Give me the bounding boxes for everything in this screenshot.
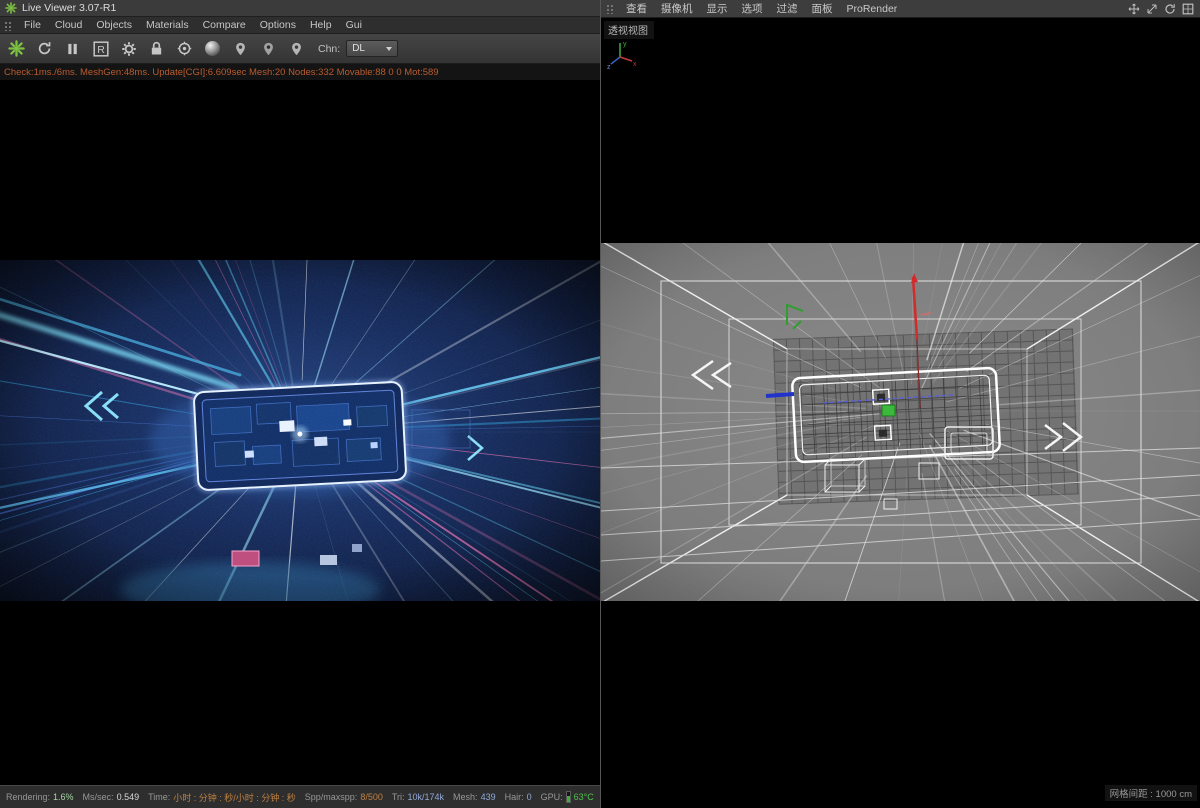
- status-rendering: Rendering: 1.6%: [6, 792, 74, 802]
- menu-compare[interactable]: Compare: [196, 18, 253, 32]
- title-bar[interactable]: Live Viewer 3.07-R1: [0, 0, 600, 17]
- focus-picker-icon: [177, 41, 192, 56]
- toolbar: R Chn: DL: [0, 34, 600, 64]
- pan-view-icon: [1128, 3, 1140, 14]
- render-stats-line: Check:1ms./6ms. MeshGen:48ms. Update[CGI…: [0, 64, 600, 80]
- menu-materials[interactable]: Materials: [139, 18, 196, 32]
- menu-cloud[interactable]: Cloud: [48, 18, 89, 32]
- status-mssec: Ms/sec: 0.549: [82, 792, 140, 802]
- octane-logo-icon: [8, 40, 25, 57]
- status-time: Time: 小时 : 分钟 : 秒/小时 : 分钟 : 秒: [148, 792, 296, 803]
- viewport-nav-icons: [1127, 2, 1197, 16]
- zoom-view-icon: [1147, 4, 1157, 13]
- world-axis-gizmo: y x z: [607, 41, 637, 71]
- status-mesh: Mesh: 439: [453, 792, 496, 802]
- material-pin-icon: [264, 42, 273, 55]
- channel-dropdown[interactable]: DL: [346, 40, 399, 57]
- render-canvas[interactable]: [0, 80, 600, 785]
- octane-logo-icon: [5, 2, 17, 14]
- start-render-button[interactable]: [4, 37, 29, 60]
- rotate-view-button[interactable]: [1163, 2, 1177, 16]
- menu-options[interactable]: Options: [253, 18, 303, 32]
- restart-render-button[interactable]: [32, 37, 57, 60]
- lock-icon: [151, 41, 162, 55]
- gpu-temp-bar: [565, 791, 571, 803]
- vp-menu-prorender[interactable]: ProRender: [840, 2, 905, 16]
- wireframe-viewport[interactable]: [601, 243, 1200, 601]
- settings-button[interactable]: [116, 37, 141, 60]
- refresh-icon: [38, 42, 51, 55]
- svg-text:y: y: [623, 41, 627, 48]
- reset-icon: R: [92, 40, 109, 57]
- svg-text:z: z: [607, 64, 611, 71]
- viewport-menu-bar: 查看 摄像机 显示 选项 过滤 面板 ProRender: [601, 0, 1200, 18]
- status-bar: Rendering: 1.6% Ms/sec: 0.549 Time: 小时 :…: [0, 785, 600, 808]
- octane-render-image: [0, 260, 600, 601]
- object-pin-icon: [292, 42, 301, 55]
- status-hair: Hair: 0: [504, 792, 532, 802]
- live-viewer-window: Live Viewer 3.07-R1 File Cloud Objects M…: [0, 0, 600, 808]
- grid-spacing-label: 网格间距 : 1000 cm: [1104, 785, 1197, 801]
- material-ball-button[interactable]: [200, 37, 225, 60]
- vp-menu-cameras[interactable]: 摄像机: [654, 0, 700, 17]
- status-gpu: GPU: 63°C: [540, 791, 594, 803]
- menu-gui[interactable]: Gui: [339, 18, 369, 32]
- c4d-viewport-panel: 查看 摄像机 显示 选项 过滤 面板 ProRender 透视视图 y x z …: [600, 0, 1200, 808]
- rotate-view-icon: [1165, 3, 1175, 14]
- material-pin-button[interactable]: [256, 37, 281, 60]
- panel-grip[interactable]: [606, 3, 615, 14]
- menu-file[interactable]: File: [17, 18, 48, 32]
- stats-text: Check:1ms./6ms. MeshGen:48ms. Update[CGI…: [4, 66, 439, 78]
- reset-render-button[interactable]: R: [88, 37, 113, 60]
- vp-menu-options[interactable]: 选项: [735, 0, 770, 17]
- focus-pin-button[interactable]: [228, 37, 253, 60]
- channel-value: DL: [352, 43, 365, 54]
- toggle-panel-icon: [1182, 3, 1194, 14]
- vp-menu-panel[interactable]: 面板: [805, 0, 840, 17]
- material-ball-icon: [205, 41, 220, 56]
- menu-help[interactable]: Help: [303, 18, 339, 32]
- vp-menu-view[interactable]: 查看: [619, 0, 654, 17]
- vp-menu-display[interactable]: 显示: [700, 0, 735, 17]
- window-title: Live Viewer 3.07-R1: [22, 2, 117, 14]
- menu-bar: File Cloud Objects Materials Compare Opt…: [0, 17, 600, 34]
- lock-resolution-button[interactable]: [144, 37, 169, 60]
- zoom-view-button[interactable]: [1145, 2, 1159, 16]
- gear-icon: [121, 41, 136, 56]
- status-tri: Tri: 10k/174k: [391, 792, 445, 802]
- pause-icon: [68, 43, 77, 54]
- pan-view-button[interactable]: [1127, 2, 1141, 16]
- channel-label: Chn:: [318, 42, 341, 55]
- svg-text:R: R: [97, 44, 105, 56]
- object-pin-button[interactable]: [284, 37, 309, 60]
- menu-objects[interactable]: Objects: [89, 18, 139, 32]
- vp-menu-filter[interactable]: 过滤: [770, 0, 805, 17]
- focus-pin-icon: [236, 42, 245, 55]
- panel-grip[interactable]: [4, 19, 13, 31]
- status-spp: Spp/maxspp: 8/500: [304, 792, 383, 802]
- chevron-down-icon: [386, 46, 393, 51]
- toggle-panel-button[interactable]: [1181, 2, 1195, 16]
- svg-text:x: x: [633, 61, 637, 68]
- pause-render-button[interactable]: [60, 37, 85, 60]
- focus-picker-button[interactable]: [172, 37, 197, 60]
